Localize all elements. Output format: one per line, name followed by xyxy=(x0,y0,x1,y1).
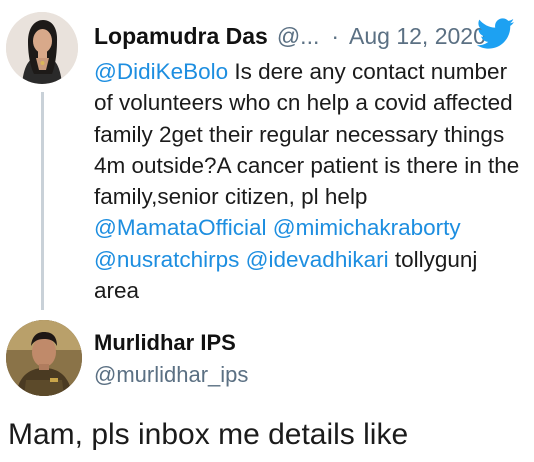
mention-link[interactable]: @nusratchirps xyxy=(94,247,239,272)
twitter-bird-icon[interactable] xyxy=(477,18,515,50)
author-handle[interactable]: @... xyxy=(277,23,320,50)
tweet-date[interactable]: Aug 12, 2020 xyxy=(349,23,486,50)
author-name[interactable]: Lopamudra Das xyxy=(94,23,268,50)
author-name[interactable]: Murlidhar IPS xyxy=(94,330,236,356)
avatar-image xyxy=(6,12,78,84)
mention-link[interactable]: @DidiKeBolo xyxy=(94,59,228,84)
separator-dot: · xyxy=(331,22,340,49)
parent-tweet[interactable]: Lopamudra Das @... · Aug 12, 2020 @DidiK… xyxy=(0,0,534,310)
author-handle[interactable]: @murlidhar_ips xyxy=(94,362,248,388)
reply-tweet-text: Mam, pls inbox me details like xyxy=(8,418,409,451)
tweet-text: @DidiKeBolo Is dere any contact number o… xyxy=(94,56,526,306)
thread-connector-line xyxy=(41,92,44,310)
mention-link[interactable]: @mimichakraborty xyxy=(273,215,461,240)
mention-link[interactable]: @MamataOfficial xyxy=(94,215,266,240)
avatar[interactable] xyxy=(6,320,82,396)
tweet-header: Lopamudra Das @... · Aug 12, 2020 xyxy=(94,20,486,52)
avatar[interactable] xyxy=(6,12,78,84)
mention-link[interactable]: @idevadhikari xyxy=(246,247,389,272)
avatar-image xyxy=(6,320,82,396)
